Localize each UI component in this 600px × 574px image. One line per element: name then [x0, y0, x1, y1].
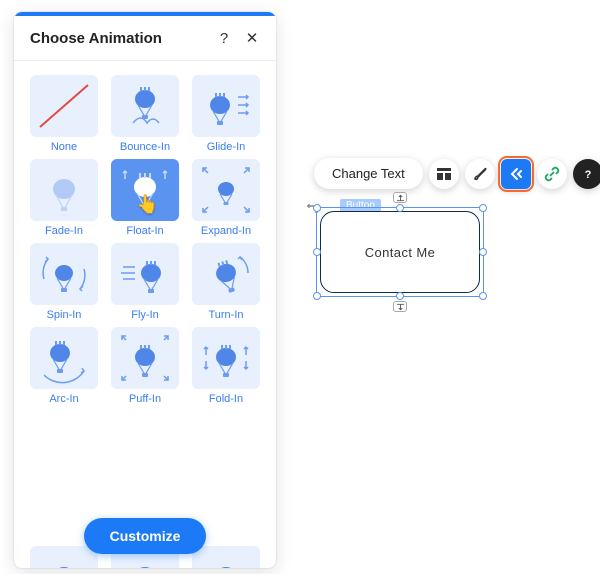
- animation-tile-fly-in[interactable]: [111, 243, 179, 305]
- layout-icon[interactable]: [429, 159, 459, 189]
- toolbar-help-icon[interactable]: ?: [573, 159, 600, 189]
- stretch-handle-top[interactable]: [393, 192, 407, 203]
- animation-tile-none[interactable]: [30, 75, 98, 137]
- resize-handle-bm[interactable]: [396, 292, 404, 300]
- animation-grid: None: [30, 75, 260, 405]
- animation-label: Fly-In: [131, 309, 159, 321]
- animation-option-none: None: [30, 75, 98, 153]
- animation-option-spin-in: Spin-In: [30, 243, 98, 321]
- resize-handle-tl[interactable]: [313, 204, 321, 212]
- animation-label: None: [51, 141, 77, 153]
- animation-label: Turn-In: [208, 309, 243, 321]
- animation-tile-more[interactable]: [192, 546, 260, 568]
- help-icon[interactable]: ?: [214, 28, 234, 48]
- animation-option-puff-in: Puff-In: [111, 327, 179, 405]
- animation-tile-arc-in[interactable]: [30, 327, 98, 389]
- panel-body: None: [14, 61, 276, 568]
- panel-title: Choose Animation: [30, 30, 214, 47]
- resize-handle-bl[interactable]: [313, 292, 321, 300]
- resize-handle-mr[interactable]: [479, 248, 487, 256]
- animation-label: Fold-In: [209, 393, 243, 405]
- animation-tile-turn-in[interactable]: [192, 243, 260, 305]
- animation-tile-bounce-in[interactable]: [111, 75, 179, 137]
- animation-option-fade-in: Fade-In: [30, 159, 98, 237]
- animation-tile-float-in[interactable]: 👆: [111, 159, 179, 221]
- canvas-button-element[interactable]: Contact Me: [320, 211, 480, 293]
- animation-label: Puff-In: [129, 393, 161, 405]
- resize-handle-br[interactable]: [479, 292, 487, 300]
- stretch-handle-bottom[interactable]: [393, 301, 407, 312]
- panel-header: Choose Animation ? ✕: [14, 16, 276, 61]
- element-toolbar: Change Text ?: [314, 158, 600, 189]
- animation-option-arc-in: Arc-In: [30, 327, 98, 405]
- change-text-button[interactable]: Change Text: [314, 158, 423, 189]
- animation-tile-glide-in[interactable]: [192, 75, 260, 137]
- animation-tile-fold-in[interactable]: [192, 327, 260, 389]
- canvas-button-text: Contact Me: [365, 245, 435, 260]
- animation-option-fly-in: Fly-In: [111, 243, 179, 321]
- animation-option-glide-in: Glide-In: [192, 75, 260, 153]
- animation-tile-more[interactable]: [30, 546, 98, 568]
- link-icon[interactable]: [537, 159, 567, 189]
- animation-option-expand-in: Expand-In: [192, 159, 260, 237]
- animation-option-fold-in: Fold-In: [192, 327, 260, 405]
- animation-label: Glide-In: [207, 141, 246, 153]
- animation-tile-expand-in[interactable]: [192, 159, 260, 221]
- animation-panel: Choose Animation ? ✕ None: [14, 12, 276, 568]
- animation-option-bounce-in: Bounce-In: [111, 75, 179, 153]
- resize-handle-tr[interactable]: [479, 204, 487, 212]
- animation-label: Float-In: [126, 225, 163, 237]
- animation-tile-spin-in[interactable]: [30, 243, 98, 305]
- animation-label: Fade-In: [45, 225, 83, 237]
- animation-icon[interactable]: [501, 159, 531, 189]
- design-brush-icon[interactable]: [465, 159, 495, 189]
- customize-button[interactable]: Customize: [84, 518, 207, 554]
- animation-label: Arc-In: [49, 393, 78, 405]
- close-icon[interactable]: ✕: [242, 28, 262, 48]
- animation-option-turn-in: Turn-In: [192, 243, 260, 321]
- animation-option-float-in: 👆 Float-In: [111, 159, 179, 237]
- animation-label: Expand-In: [201, 225, 251, 237]
- animation-label: Bounce-In: [120, 141, 170, 153]
- animation-label: Spin-In: [47, 309, 82, 321]
- resize-handle-tm[interactable]: [396, 204, 404, 212]
- resize-handle-ml[interactable]: [313, 248, 321, 256]
- animation-tile-puff-in[interactable]: [111, 327, 179, 389]
- animation-tile-fade-in[interactable]: [30, 159, 98, 221]
- svg-text:?: ?: [584, 169, 591, 181]
